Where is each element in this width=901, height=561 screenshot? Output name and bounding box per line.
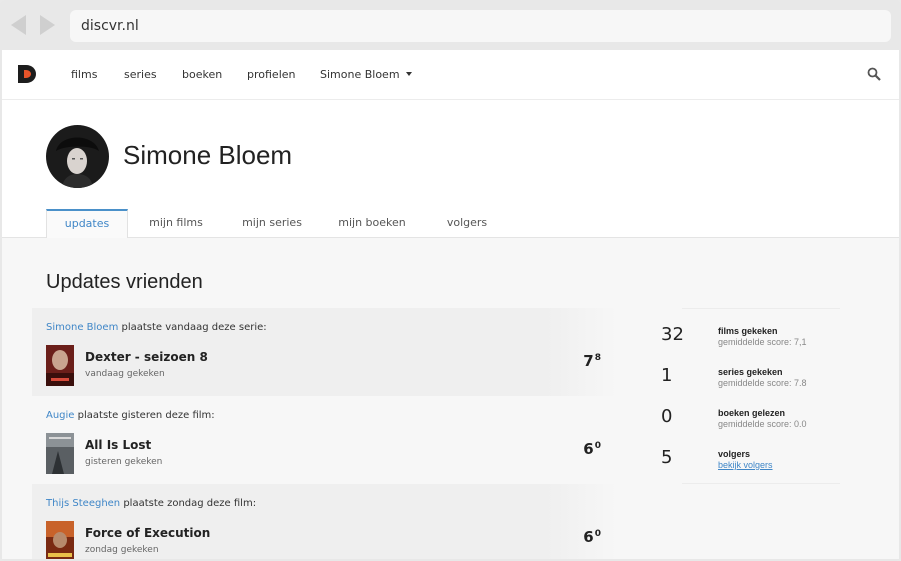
nav-series[interactable]: series [124, 68, 157, 81]
profile-name: Simone Bloem [123, 140, 293, 170]
poster-image[interactable] [46, 521, 74, 559]
tab-mijn-films[interactable]: mijn films [142, 209, 210, 238]
item-title[interactable]: All Is Lost [85, 438, 151, 452]
feed-item-header: Thijs Steeghen plaatste zondag deze film… [46, 498, 256, 509]
item-title[interactable]: Dexter - seizoen 8 [85, 350, 208, 364]
stat-books-count: 0 [661, 406, 673, 427]
item-subtitle: gisteren gekeken [85, 457, 163, 467]
stat-series-count: 1 [661, 365, 673, 386]
stat-series-average: gemiddelde score: 7.8 [718, 378, 807, 388]
stat-books-label: boeken gelezen [718, 408, 786, 418]
stat-films-count: 32 [661, 324, 684, 345]
feed-action-text: plaatste zondag deze film: [123, 498, 257, 509]
search-icon[interactable] [867, 67, 881, 81]
feed-action-text: plaatste vandaag deze serie: [121, 322, 267, 333]
tab-volgers[interactable]: volgers [440, 209, 494, 238]
score-value: 6 [583, 440, 594, 458]
item-score: 60 [583, 528, 601, 546]
tab-updates[interactable]: updates [46, 209, 128, 238]
stat-followers-label: volgers [718, 449, 751, 459]
chevron-down-icon [405, 72, 412, 76]
page-viewport: films series boeken profielen Simone Blo… [2, 50, 899, 559]
score-decimal: 8 [594, 353, 601, 363]
view-followers-link[interactable]: bekijk volgers [718, 460, 773, 470]
feed-item: Thijs Steeghen plaatste zondag deze film… [32, 484, 617, 559]
score-value: 6 [583, 528, 594, 546]
item-subtitle: zondag gekeken [85, 545, 159, 555]
address-bar[interactable]: discvr.nl [70, 10, 891, 42]
feed-user-link[interactable]: Augie [46, 410, 74, 421]
feed-item: Simone Bloem plaatste vandaag deze serie… [32, 308, 617, 396]
tab-mijn-series[interactable]: mijn series [238, 209, 306, 238]
feed-user-link[interactable]: Thijs Steeghen [46, 498, 120, 509]
user-menu[interactable]: Simone Bloem [320, 68, 412, 81]
stats-panel: 32 films gekeken gemiddelde score: 7,1 1… [661, 308, 840, 484]
feed-item-header: Augie plaatste gisteren deze film: [46, 410, 215, 421]
item-subtitle: vandaag gekeken [85, 369, 165, 379]
item-title[interactable]: Force of Execution [85, 526, 210, 540]
back-arrow-icon[interactable] [11, 15, 26, 35]
stat-followers-count: 5 [661, 447, 673, 468]
item-score: 60 [583, 440, 601, 458]
stat-films-label: films gekeken [718, 326, 778, 336]
nav-profielen[interactable]: profielen [247, 68, 296, 81]
discvr-logo[interactable] [17, 64, 37, 84]
browser-toolbar: discvr.nl [0, 0, 901, 50]
poster-image[interactable] [46, 433, 74, 474]
stat-films-average: gemiddelde score: 7,1 [718, 337, 807, 347]
item-score: 78 [583, 352, 601, 370]
browser-window: discvr.nl films series boeken profielen … [0, 0, 901, 561]
nav-boeken[interactable]: boeken [182, 68, 222, 81]
feed-user-link[interactable]: Simone Bloem [46, 322, 118, 333]
feed-item-header: Simone Bloem plaatste vandaag deze serie… [46, 322, 267, 333]
user-menu-label: Simone Bloem [320, 68, 400, 81]
score-decimal: 0 [594, 441, 601, 451]
site-header: films series boeken profielen Simone Blo… [2, 50, 899, 100]
tab-mijn-boeken[interactable]: mijn boeken [336, 209, 408, 238]
stat-books-average: gemiddelde score: 0.0 [718, 419, 807, 429]
avatar[interactable] [46, 125, 109, 188]
profile-header: Simone Bloem updates mijn films mijn ser… [2, 100, 899, 238]
feed-action-text: plaatste gisteren deze film: [77, 410, 215, 421]
score-value: 7 [583, 352, 594, 370]
stat-series-label: series gekeken [718, 367, 783, 377]
feed-item: Augie plaatste gisteren deze film: All I… [32, 396, 617, 484]
forward-arrow-icon[interactable] [40, 15, 55, 35]
poster-image[interactable] [46, 345, 74, 386]
section-title: Updates vrienden [46, 271, 203, 293]
score-decimal: 0 [594, 529, 601, 539]
nav-films[interactable]: films [71, 68, 97, 81]
